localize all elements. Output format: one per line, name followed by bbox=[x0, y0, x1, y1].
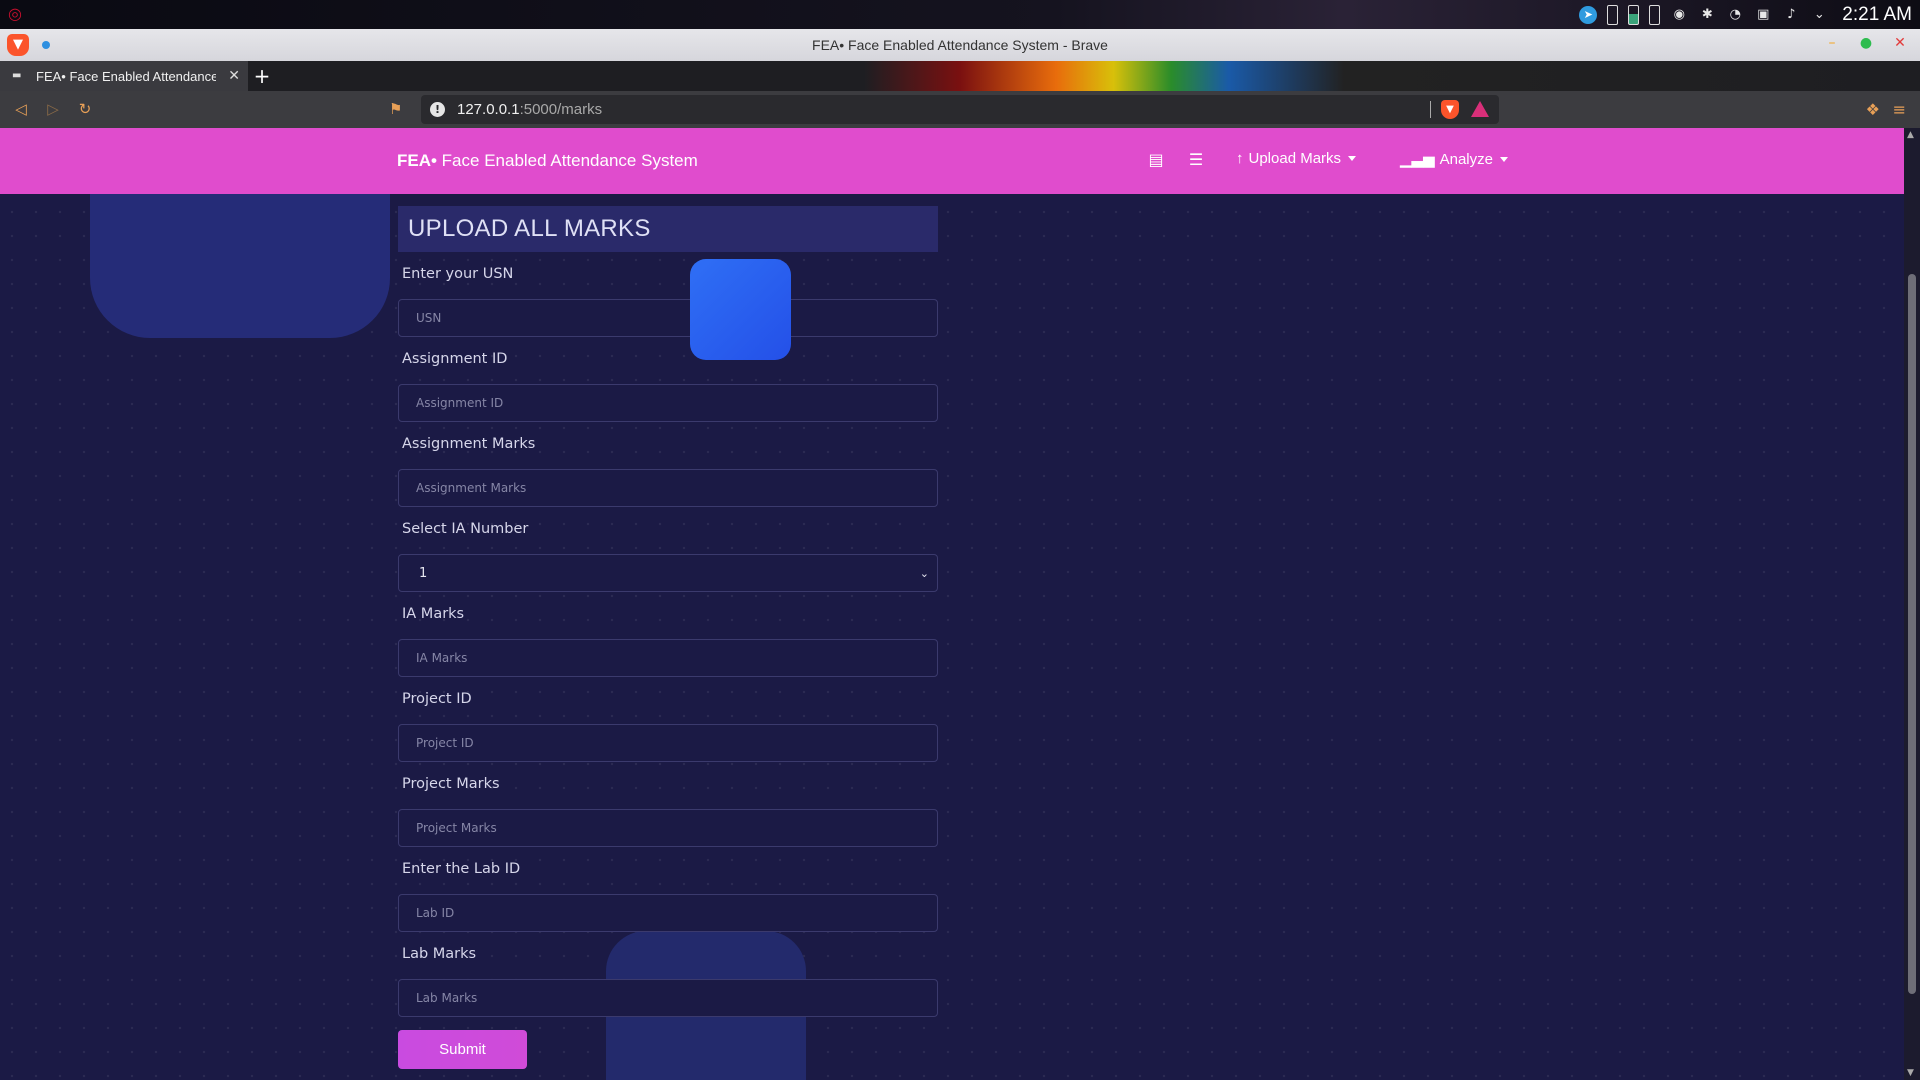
attendance-icon[interactable]: ▤ bbox=[1146, 150, 1166, 170]
ia-number-select[interactable]: 1 ⌄ bbox=[398, 554, 938, 592]
volume-icon[interactable]: ♪ bbox=[1782, 6, 1800, 24]
project-id-input[interactable] bbox=[398, 724, 938, 762]
bar-chart-icon: ▁▃▅ bbox=[1400, 151, 1435, 168]
ia-marks-label: IA Marks bbox=[402, 606, 465, 622]
clock[interactable]: 2:21 AM bbox=[1842, 4, 1912, 26]
back-icon[interactable]: ◁ bbox=[12, 100, 30, 118]
tab-favicon-icon: ▬ bbox=[12, 70, 22, 81]
display-icon[interactable]: ▣ bbox=[1754, 6, 1772, 24]
tab-close-icon[interactable]: ✕ bbox=[228, 68, 240, 84]
tab-title: FEA• Face Enabled Attendance System bbox=[36, 68, 216, 84]
divider bbox=[1430, 101, 1431, 118]
system-tray: ➤ ◉ ✱ ◔ ▣ ♪ ⌄ 2:21 AM bbox=[1579, 0, 1912, 29]
brand-strong: FEA• bbox=[397, 151, 437, 170]
url-host: 127.0.0.1 bbox=[457, 101, 520, 118]
pin-dot-icon bbox=[42, 41, 50, 49]
site-brand[interactable]: FEA• Face Enabled Attendance System bbox=[397, 151, 698, 171]
chevron-down-icon[interactable]: ⌄ bbox=[1810, 6, 1828, 24]
caret-down-icon bbox=[1499, 156, 1508, 162]
browser-toolbar: ◁ ▷ ↻ ⚑ ! 127.0.0.1:5000/marks ▼ ❖ ≡ bbox=[0, 91, 1920, 128]
tab-active[interactable]: ▬ FEA• Face Enabled Attendance System ✕ bbox=[0, 61, 248, 91]
brave-shields-icon[interactable]: ▼ bbox=[1441, 100, 1459, 119]
window-title: FEA• Face Enabled Attendance System - Br… bbox=[812, 37, 1108, 53]
assignment-marks-input[interactable] bbox=[398, 469, 938, 507]
hamburger-menu-icon[interactable]: ≡ bbox=[1893, 100, 1906, 119]
reload-icon[interactable]: ↻ bbox=[76, 100, 94, 118]
url-path: :5000/marks bbox=[519, 101, 603, 118]
brave-logo-icon[interactable]: ▼ bbox=[7, 34, 29, 56]
scroll-up-icon[interactable]: ▲ bbox=[1907, 130, 1914, 140]
assignment-id-input[interactable] bbox=[398, 384, 938, 422]
battery-icon[interactable] bbox=[1628, 4, 1640, 25]
new-tab-icon[interactable]: + bbox=[252, 66, 272, 86]
debian-menu-icon[interactable]: ◎ bbox=[6, 5, 24, 23]
lab-marks-input[interactable] bbox=[398, 979, 938, 1017]
analyze-label: Analyze bbox=[1439, 150, 1493, 168]
usn-input[interactable] bbox=[398, 299, 938, 337]
analyze-dropdown[interactable]: ▁▃▅ Analyze bbox=[1400, 150, 1508, 168]
os-top-panel: ◎ ➤ ◉ ✱ ◔ ▣ ♪ ⌄ 2:21 AM bbox=[0, 0, 1920, 29]
scroll-down-icon[interactable]: ▼ bbox=[1907, 1068, 1914, 1078]
page-scrollbar[interactable]: ▲ ▼ bbox=[1904, 128, 1920, 1080]
lab-id-label: Enter the Lab ID bbox=[402, 861, 521, 877]
decorative-shape bbox=[690, 259, 791, 360]
project-id-label: Project ID bbox=[402, 691, 472, 707]
site-info-icon[interactable]: ! bbox=[430, 102, 445, 117]
ia-marks-input[interactable] bbox=[398, 639, 938, 677]
close-icon[interactable]: ✕ bbox=[1892, 35, 1908, 51]
upload-icon: ↑ bbox=[1236, 150, 1244, 167]
report-icon[interactable]: ☰ bbox=[1186, 150, 1206, 170]
upload-marks-dropdown[interactable]: ↑ Upload Marks bbox=[1236, 150, 1357, 167]
maximize-icon[interactable]: ● bbox=[1858, 35, 1874, 51]
assignment-marks-label: Assignment Marks bbox=[402, 436, 536, 452]
caret-down-icon bbox=[1348, 156, 1357, 161]
browser-title-bar: ▼ FEA• Face Enabled Attendance System - … bbox=[0, 29, 1920, 61]
battery-icon[interactable] bbox=[1607, 4, 1619, 25]
usn-label: Enter your USN bbox=[402, 266, 514, 282]
wifi-icon[interactable]: ◔ bbox=[1726, 6, 1744, 24]
extensions-icon[interactable]: ❖ bbox=[1866, 100, 1880, 119]
page-viewport: FEA• Face Enabled Attendance System ▤ ☰ … bbox=[0, 128, 1920, 1080]
lab-id-input[interactable] bbox=[398, 894, 938, 932]
telegram-icon[interactable]: ➤ bbox=[1579, 5, 1598, 24]
project-marks-label: Project Marks bbox=[402, 776, 500, 792]
bookmark-icon[interactable]: ⚑ bbox=[389, 100, 402, 118]
chevron-down-icon: ⌄ bbox=[919, 566, 929, 580]
form-heading: UPLOAD ALL MARKS bbox=[398, 206, 938, 252]
forward-icon[interactable]: ▷ bbox=[44, 100, 62, 118]
ia-number-label: Select IA Number bbox=[402, 521, 529, 537]
upload-marks-form: UPLOAD ALL MARKS Enter your USN Assignme… bbox=[398, 206, 938, 1069]
url-text[interactable]: 127.0.0.1:5000/marks bbox=[457, 101, 602, 118]
assignment-id-label: Assignment ID bbox=[402, 351, 508, 367]
brave-rewards-icon[interactable] bbox=[1471, 101, 1489, 117]
brand-text: Face Enabled Attendance System bbox=[436, 151, 698, 170]
battery-icon[interactable] bbox=[1649, 4, 1661, 25]
project-marks-input[interactable] bbox=[398, 809, 938, 847]
upload-marks-label: Upload Marks bbox=[1248, 150, 1342, 167]
window-controls: – ● ✕ bbox=[1824, 35, 1908, 51]
minimize-icon[interactable]: – bbox=[1824, 35, 1840, 51]
ia-number-selected: 1 bbox=[419, 565, 428, 581]
vpn-icon[interactable]: ◉ bbox=[1670, 6, 1688, 24]
submit-button[interactable]: Submit bbox=[398, 1030, 527, 1069]
scroll-thumb[interactable] bbox=[1908, 274, 1916, 994]
lab-marks-label: Lab Marks bbox=[402, 946, 477, 962]
site-navbar: FEA• Face Enabled Attendance System ▤ ☰ … bbox=[0, 128, 1904, 194]
bluetooth-icon[interactable]: ✱ bbox=[1698, 6, 1716, 24]
tab-strip: ▬ FEA• Face Enabled Attendance System ✕ … bbox=[0, 61, 1920, 91]
address-bar[interactable]: ! 127.0.0.1:5000/marks ▼ bbox=[421, 95, 1499, 124]
